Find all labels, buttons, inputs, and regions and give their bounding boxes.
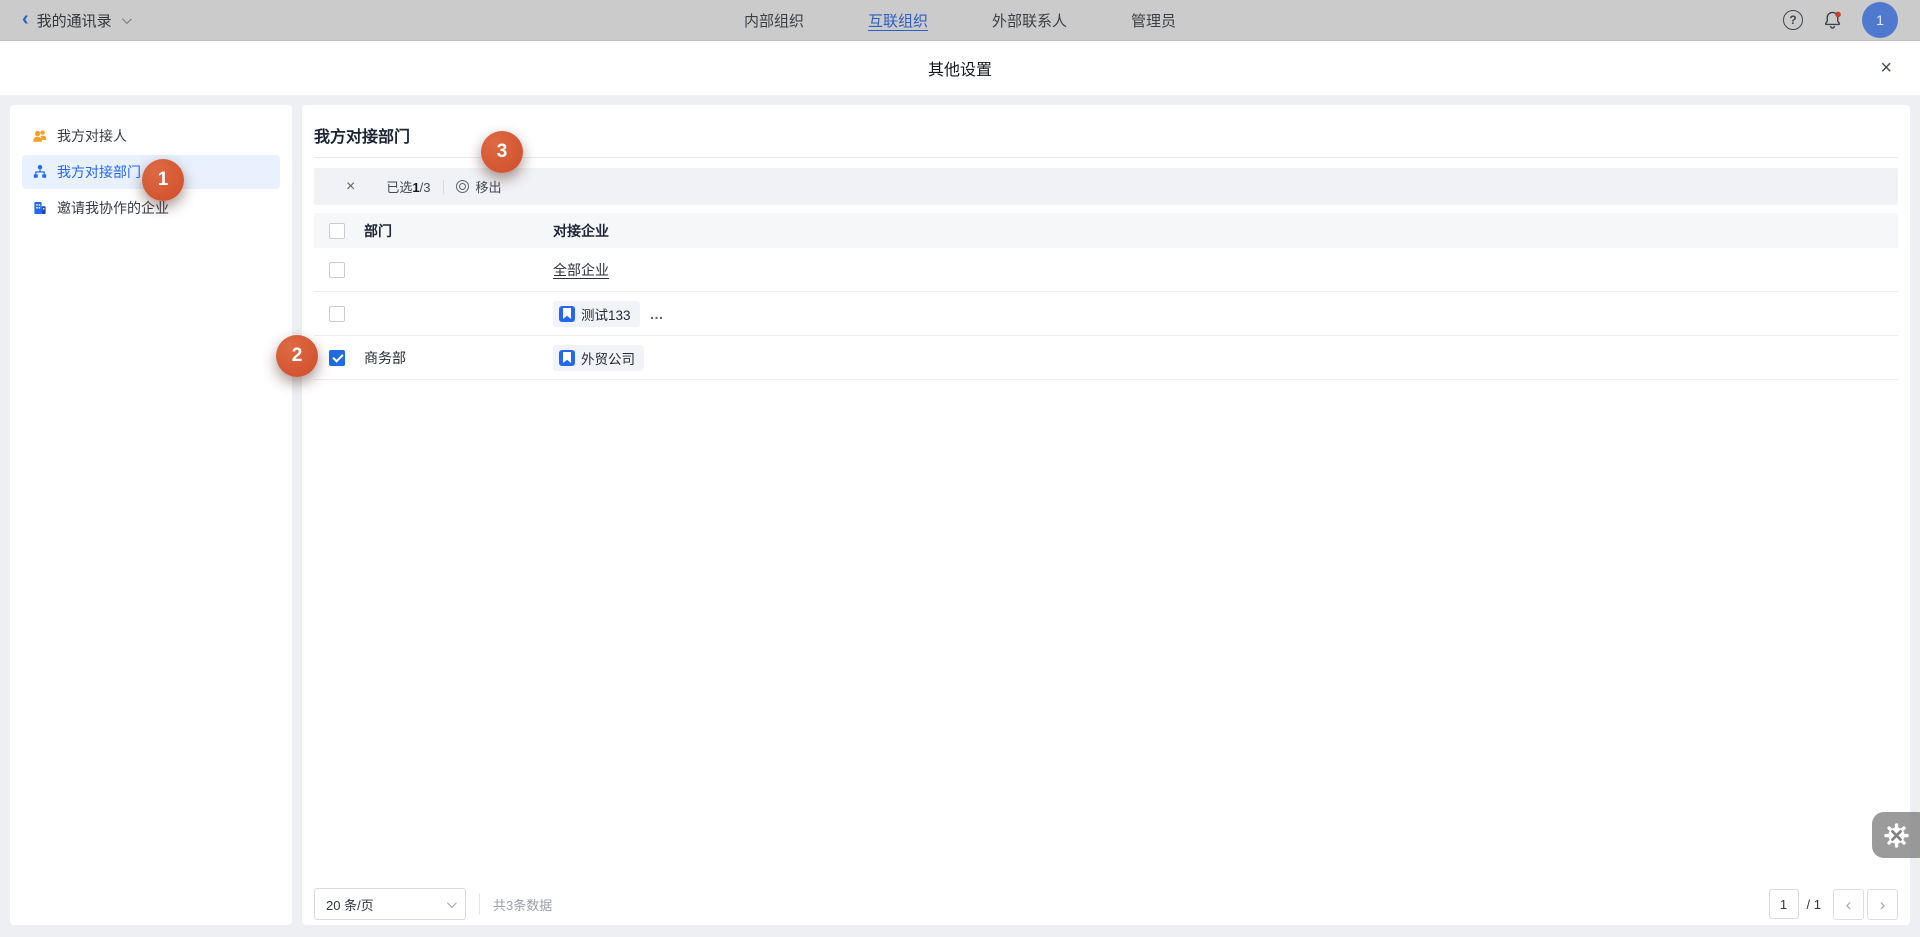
annotation-step-3: 3 [481, 131, 523, 173]
more-companies-ellipsis[interactable]: … [650, 306, 665, 322]
modal-body: 我方对接人 我方对接部门 [0, 95, 1920, 937]
sidebar-item-label: 我方对接部门 [57, 162, 141, 182]
company-tag[interactable]: 外贸公司 [553, 345, 644, 371]
footer-divider [479, 893, 480, 915]
prev-page-button[interactable]: ‹ [1833, 889, 1864, 920]
enterprise-icon [32, 200, 48, 216]
company-tag[interactable]: 测试133 [553, 301, 640, 327]
org-tree-icon [32, 164, 48, 180]
row-checkbox[interactable] [329, 350, 345, 366]
toolbar-divider [443, 180, 444, 194]
column-header-department: 部门 [364, 221, 553, 241]
department-name: 商务部 [364, 348, 553, 368]
remove-button[interactable]: 移出 [456, 177, 501, 196]
avatar[interactable]: 1 [1862, 2, 1898, 38]
total-count-text: 共3条数据 [493, 895, 552, 914]
help-icon[interactable]: ? [1783, 10, 1803, 30]
notification-bell-icon[interactable] [1823, 10, 1842, 30]
next-page-button[interactable]: › [1867, 889, 1898, 920]
modal-header: 其他设置 × [0, 41, 1920, 95]
sidebar-item-label: 邀请我协作的企业 [57, 198, 169, 218]
tab-connected-org[interactable]: 互联组织 [868, 10, 928, 31]
tab-internal-org[interactable]: 内部组织 [744, 10, 804, 31]
address-book-title: 我的通讯录 [37, 10, 112, 31]
selected-count: 1 [412, 180, 419, 195]
table-header-row: 部门 对接企业 [314, 213, 1898, 248]
table-row: 全部企业 [314, 248, 1898, 292]
row-checkbox[interactable] [329, 306, 345, 322]
sidebar-item-label: 我方对接人 [57, 126, 127, 146]
company-link[interactable]: 全部企业 [553, 260, 609, 280]
remove-circle-icon [456, 180, 469, 193]
chevron-down-icon [122, 14, 132, 24]
page-number-input[interactable]: 1 [1769, 889, 1799, 919]
modal-title: 其他设置 [928, 56, 992, 80]
remove-label: 移出 [475, 177, 501, 196]
annotation-step-1: 1 [142, 159, 184, 201]
departments-panel: 我方对接部门 × 已选1/3 移出 部门 对接企业 全部 [302, 105, 1910, 925]
table-footer: 20 条/页 共3条数据 1 / 1 ‹ › [314, 888, 1898, 920]
selected-prefix: 已选 [386, 180, 412, 195]
selected-total: /3 [420, 180, 431, 195]
clear-selection-icon[interactable]: × [346, 179, 355, 195]
tab-admin[interactable]: 管理员 [1131, 10, 1176, 31]
title-divider [314, 157, 1898, 158]
tab-external-contacts[interactable]: 外部联系人 [992, 10, 1067, 31]
page-size-value: 20 条/页 [326, 895, 374, 914]
back-navigation[interactable]: ‹ 我的通讯录 [22, 10, 129, 31]
column-header-company: 对接企业 [553, 221, 1898, 241]
selection-toolbar: × 已选1/3 移出 [314, 168, 1898, 205]
annotation-step-2: 2 [276, 335, 318, 377]
sidebar-item-our-contacts[interactable]: 我方对接人 [22, 119, 280, 153]
chevron-down-icon [447, 898, 457, 908]
gear-tools-icon [1883, 822, 1910, 849]
settings-gear-button[interactable] [1872, 812, 1920, 858]
page-total-text: / 1 [1807, 897, 1821, 912]
bookmark-icon [559, 306, 575, 322]
selected-count-text: 已选1/3 [386, 177, 430, 196]
page-size-select[interactable]: 20 条/页 [314, 888, 466, 920]
bookmark-icon [559, 350, 575, 366]
company-tag-label: 测试133 [581, 304, 631, 324]
row-checkbox[interactable] [329, 262, 345, 278]
departments-table: 部门 对接企业 全部企业 测试133 [314, 213, 1898, 380]
company-tag-label: 外贸公司 [581, 348, 635, 368]
select-all-checkbox[interactable] [329, 223, 345, 239]
topbar-tabs: 内部组织 互联组织 外部联系人 管理员 [744, 0, 1176, 41]
settings-sidebar: 我方对接人 我方对接部门 [10, 105, 292, 925]
people-icon [32, 128, 48, 144]
topbar-actions: ? 1 [1783, 2, 1898, 38]
topbar: ‹ 我的通讯录 内部组织 互联组织 外部联系人 管理员 ? 1 [0, 0, 1920, 41]
close-icon[interactable]: × [1880, 58, 1892, 78]
table-row: 测试133 … [314, 292, 1898, 336]
back-chevron-icon: ‹ [22, 9, 29, 29]
table-row: 商务部 外贸公司 [314, 336, 1898, 380]
page-title: 我方对接部门 [314, 123, 1898, 147]
